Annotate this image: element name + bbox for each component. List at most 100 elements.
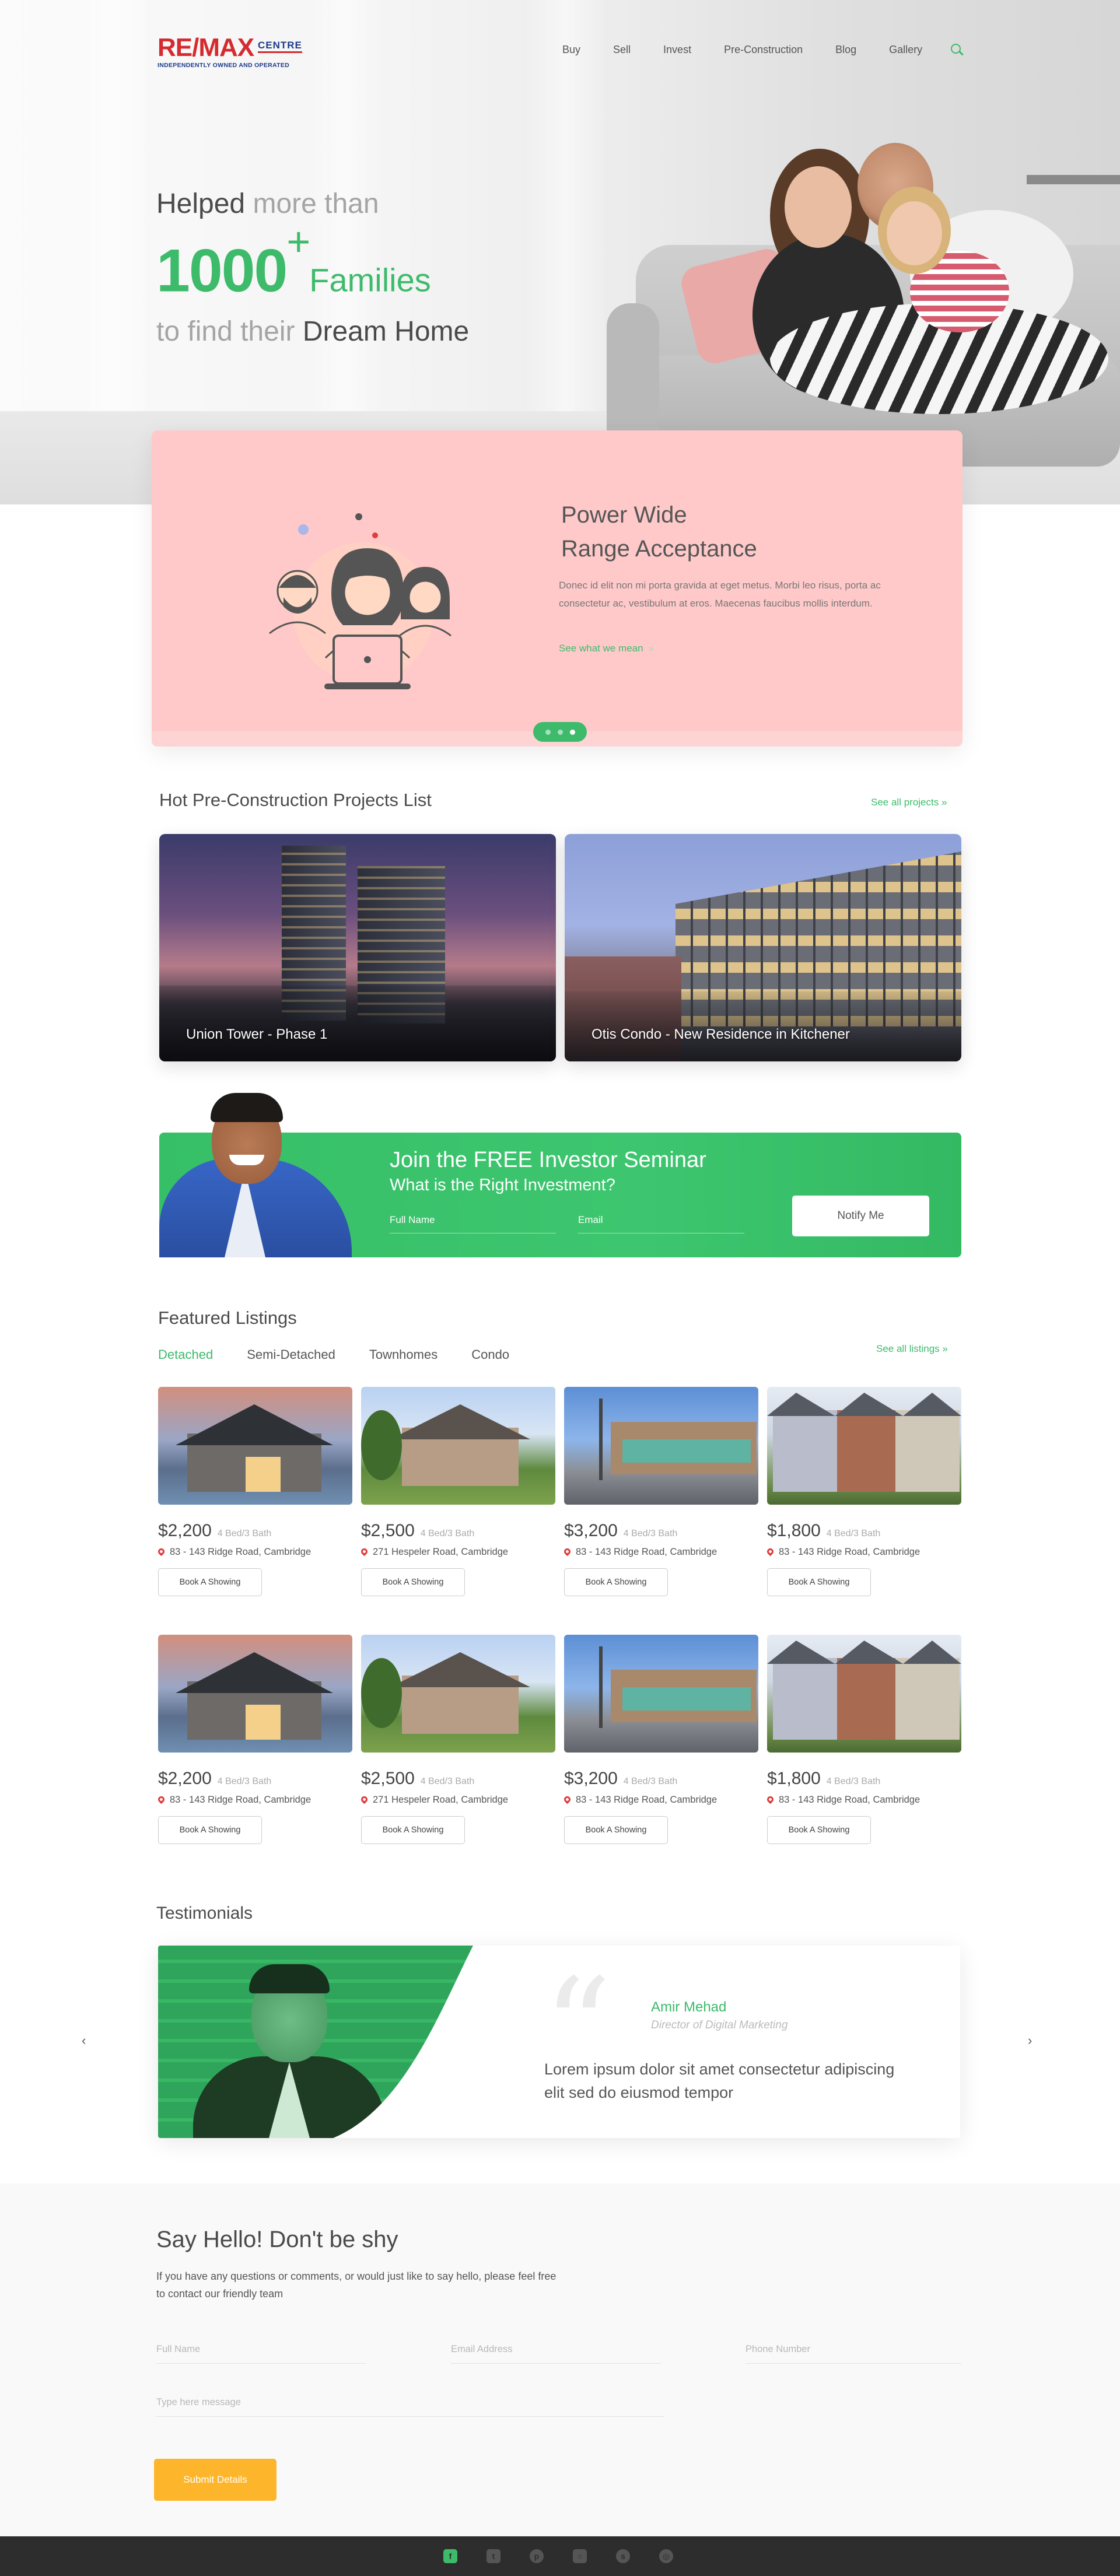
nav-invest[interactable]: Invest xyxy=(663,44,691,56)
contact-section: Say Hello! Don't be shy If you have any … xyxy=(0,2184,1120,2536)
book-a-showing-button[interactable]: Book A Showing xyxy=(361,1568,465,1596)
listing-price-row: $2,200 4 Bed/3 Bath xyxy=(158,1521,352,1541)
map-pin-icon xyxy=(156,1795,166,1804)
chevron-right-icon[interactable]: › xyxy=(1028,2033,1032,2048)
listing-card[interactable]: $1,800 4 Bed/3 Bath 83 - 143 Ridge Road, … xyxy=(765,1387,961,1596)
hero-helped: Helped xyxy=(156,188,246,219)
projects-title: Hot Pre-Construction Projects List xyxy=(159,790,432,810)
dribbble-icon[interactable]: ◎ xyxy=(659,2549,673,2563)
tab-detached[interactable]: Detached xyxy=(158,1347,213,1362)
slider-pagination xyxy=(533,722,587,742)
book-a-showing-button[interactable]: Book A Showing xyxy=(361,1816,465,1844)
see-all-listings-link[interactable]: See all listings » xyxy=(876,1343,948,1355)
facebook-icon[interactable]: f xyxy=(443,2549,457,2563)
seminar-email-input[interactable]: Email xyxy=(578,1214,744,1233)
townhouse-unit xyxy=(773,1410,837,1492)
search-icon[interactable] xyxy=(950,43,963,56)
seminar-name-input[interactable]: Full Name xyxy=(390,1214,556,1233)
email-field[interactable]: Email Address xyxy=(451,2344,661,2364)
people-laptop-illustration xyxy=(269,513,452,689)
pinterest-icon[interactable]: p xyxy=(530,2549,544,2563)
book-a-showing-button[interactable]: Book A Showing xyxy=(158,1816,262,1844)
slider-dot-1[interactable] xyxy=(545,729,551,735)
see-what-we-mean-link[interactable]: See what we mean » xyxy=(559,643,654,654)
see-all-projects-link[interactable]: See all projects » xyxy=(871,797,947,808)
nav-blog[interactable]: Blog xyxy=(835,44,856,56)
nav-buy[interactable]: Buy xyxy=(562,44,580,56)
map-pin-icon xyxy=(156,1547,166,1557)
tab-condo[interactable]: Condo xyxy=(471,1347,509,1362)
submit-details-button[interactable]: Submit Details xyxy=(154,2459,276,2501)
listing-price: $1,800 xyxy=(767,1769,821,1788)
book-a-showing-button[interactable]: Book A Showing xyxy=(564,1816,668,1844)
townhouse-roof xyxy=(767,1641,961,1664)
listing-photo xyxy=(361,1635,555,1753)
listing-card[interactable]: $3,200 4 Bed/3 Bath 83 - 143 Ridge Road, … xyxy=(562,1635,758,1844)
listing-card[interactable]: $2,500 4 Bed/3 Bath 271 Hespeler Road, Ca… xyxy=(359,1387,555,1596)
map-pin-icon xyxy=(359,1547,369,1557)
slider-title: Power Wide Range Acceptance xyxy=(561,498,757,566)
twitter-icon[interactable]: t xyxy=(487,2549,501,2563)
listing-card[interactable]: $3,200 4 Bed/3 Bath 83 - 143 Ridge Road, … xyxy=(562,1387,758,1596)
project-card-otis-condo[interactable]: Otis Condo - New Residence in Kitchener xyxy=(565,834,961,1061)
slider-title-line-1: Power Wide xyxy=(561,502,687,528)
contact-intro: If you have any questions or comments, o… xyxy=(156,2270,556,2300)
book-a-showing-button[interactable]: Book A Showing xyxy=(158,1568,262,1596)
testimonial-name: Amir Mehad xyxy=(651,1999,727,2015)
listing-address-row: 83 - 143 Ridge Road, Cambridge xyxy=(562,1795,758,1806)
listing-price: $2,200 xyxy=(158,1769,212,1788)
skype-icon[interactable]: s xyxy=(616,2549,630,2563)
testimonial-person-hair xyxy=(249,1964,330,1993)
instagram-icon[interactable]: ○ xyxy=(573,2549,587,2563)
hero-families: Families xyxy=(309,261,431,299)
agent-hair xyxy=(211,1093,283,1122)
double-chevron-right-icon: » xyxy=(942,1343,948,1354)
hero-more-than: more than xyxy=(253,188,379,219)
hero-dream-home: Dream Home xyxy=(302,316,470,347)
listing-address: 83 - 143 Ridge Road, Cambridge xyxy=(779,1795,921,1805)
nav-gallery[interactable]: Gallery xyxy=(889,44,922,56)
full-name-field[interactable]: Full Name xyxy=(156,2344,366,2364)
remax-logo[interactable]: RE/MAX CENTRE INDEPENDENTLY OWNED AND OP… xyxy=(158,33,302,69)
listing-address-row: 83 - 143 Ridge Road, Cambridge xyxy=(562,1547,758,1558)
house-garage xyxy=(246,1457,281,1492)
listing-type-tabs: Detached Semi-Detached Townhomes Condo xyxy=(158,1347,543,1362)
map-pin-icon xyxy=(765,1547,775,1557)
book-a-showing-button[interactable]: Book A Showing xyxy=(564,1568,668,1596)
hero-family-photo xyxy=(785,166,852,248)
book-a-showing-button[interactable]: Book A Showing xyxy=(767,1816,871,1844)
featured-listings-title: Featured Listings xyxy=(158,1308,297,1328)
hero-family-photo xyxy=(887,201,942,265)
hero-plus: + xyxy=(286,219,310,264)
testimonial-role: Director of Digital Marketing xyxy=(651,2019,788,2031)
nav-sell[interactable]: Sell xyxy=(613,44,631,56)
listing-card[interactable]: $1,800 4 Bed/3 Bath 83 - 143 Ridge Road, … xyxy=(765,1635,961,1844)
listing-price: $2,500 xyxy=(361,1769,415,1788)
listing-photo xyxy=(767,1635,961,1753)
logo-centre: CENTRE xyxy=(258,40,302,53)
book-a-showing-button[interactable]: Book A Showing xyxy=(767,1568,871,1596)
listing-photo xyxy=(767,1387,961,1505)
listing-address: 83 - 143 Ridge Road, Cambridge xyxy=(779,1547,921,1557)
listing-card[interactable]: $2,200 4 Bed/3 Bath 83 - 143 Ridge Road, … xyxy=(156,1387,352,1596)
project-card-union-tower[interactable]: Union Tower - Phase 1 xyxy=(159,834,556,1061)
listing-card[interactable]: $2,200 4 Bed/3 Bath 83 - 143 Ridge Road, … xyxy=(156,1635,352,1844)
phone-field[interactable]: Phone Number xyxy=(746,2344,961,2364)
slider-dot-3[interactable] xyxy=(569,729,575,735)
townhouse-unit xyxy=(773,1658,837,1740)
logo-text: RE/MAX xyxy=(158,33,254,62)
tab-townhomes[interactable]: Townhomes xyxy=(369,1347,438,1362)
chevron-left-icon[interactable]: ‹ xyxy=(82,2033,86,2048)
tab-semi-detached[interactable]: Semi-Detached xyxy=(247,1347,335,1362)
testimonials-title: Testimonials xyxy=(156,1904,253,1923)
notify-me-button[interactable]: Notify Me xyxy=(792,1196,929,1236)
listing-address-row: 83 - 143 Ridge Road, Cambridge xyxy=(765,1795,961,1806)
map-pin-icon xyxy=(562,1795,572,1804)
listing-card[interactable]: $2,500 4 Bed/3 Bath 271 Hespeler Road, Ca… xyxy=(359,1635,555,1844)
listing-price-row: $1,800 4 Bed/3 Bath xyxy=(767,1769,961,1789)
message-field[interactable]: Type here message xyxy=(156,2397,664,2417)
slider-dot-2[interactable] xyxy=(557,729,563,735)
listing-price-row: $2,200 4 Bed/3 Bath xyxy=(158,1769,352,1789)
listing-photo xyxy=(564,1387,758,1505)
nav-pre-construction[interactable]: Pre-Construction xyxy=(724,44,803,56)
